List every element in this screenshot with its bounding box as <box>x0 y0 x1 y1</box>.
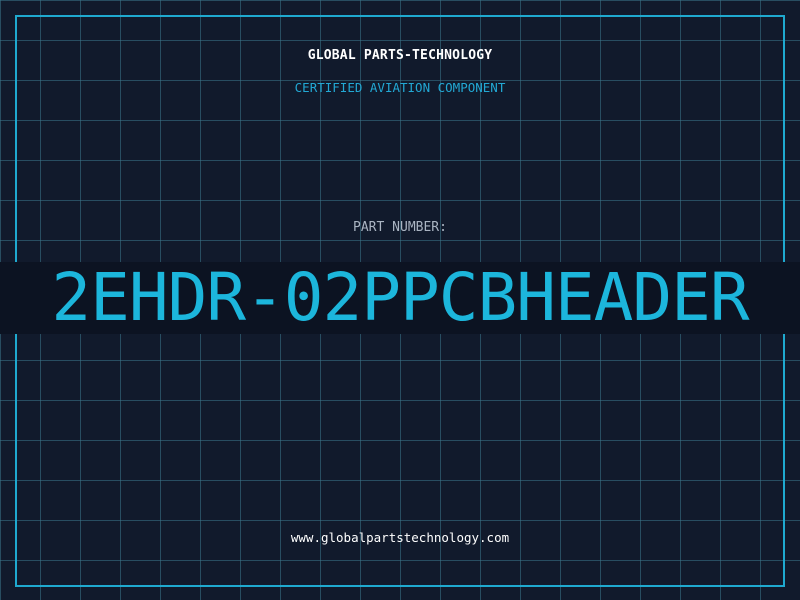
certification-subtitle: CERTIFIED AVIATION COMPONENT <box>294 80 506 95</box>
website-url: www.globalpartstechnology.com <box>290 530 510 545</box>
company-name: GLOBAL PARTS-TECHNOLOGY <box>307 48 493 63</box>
part-number-label: PART NUMBER: <box>353 220 447 235</box>
part-number-value: 2EHDR-02PPCBHEADER <box>51 260 749 336</box>
part-label-card: { "header": { "company": "GLOBAL PARTS-T… <box>0 0 800 600</box>
